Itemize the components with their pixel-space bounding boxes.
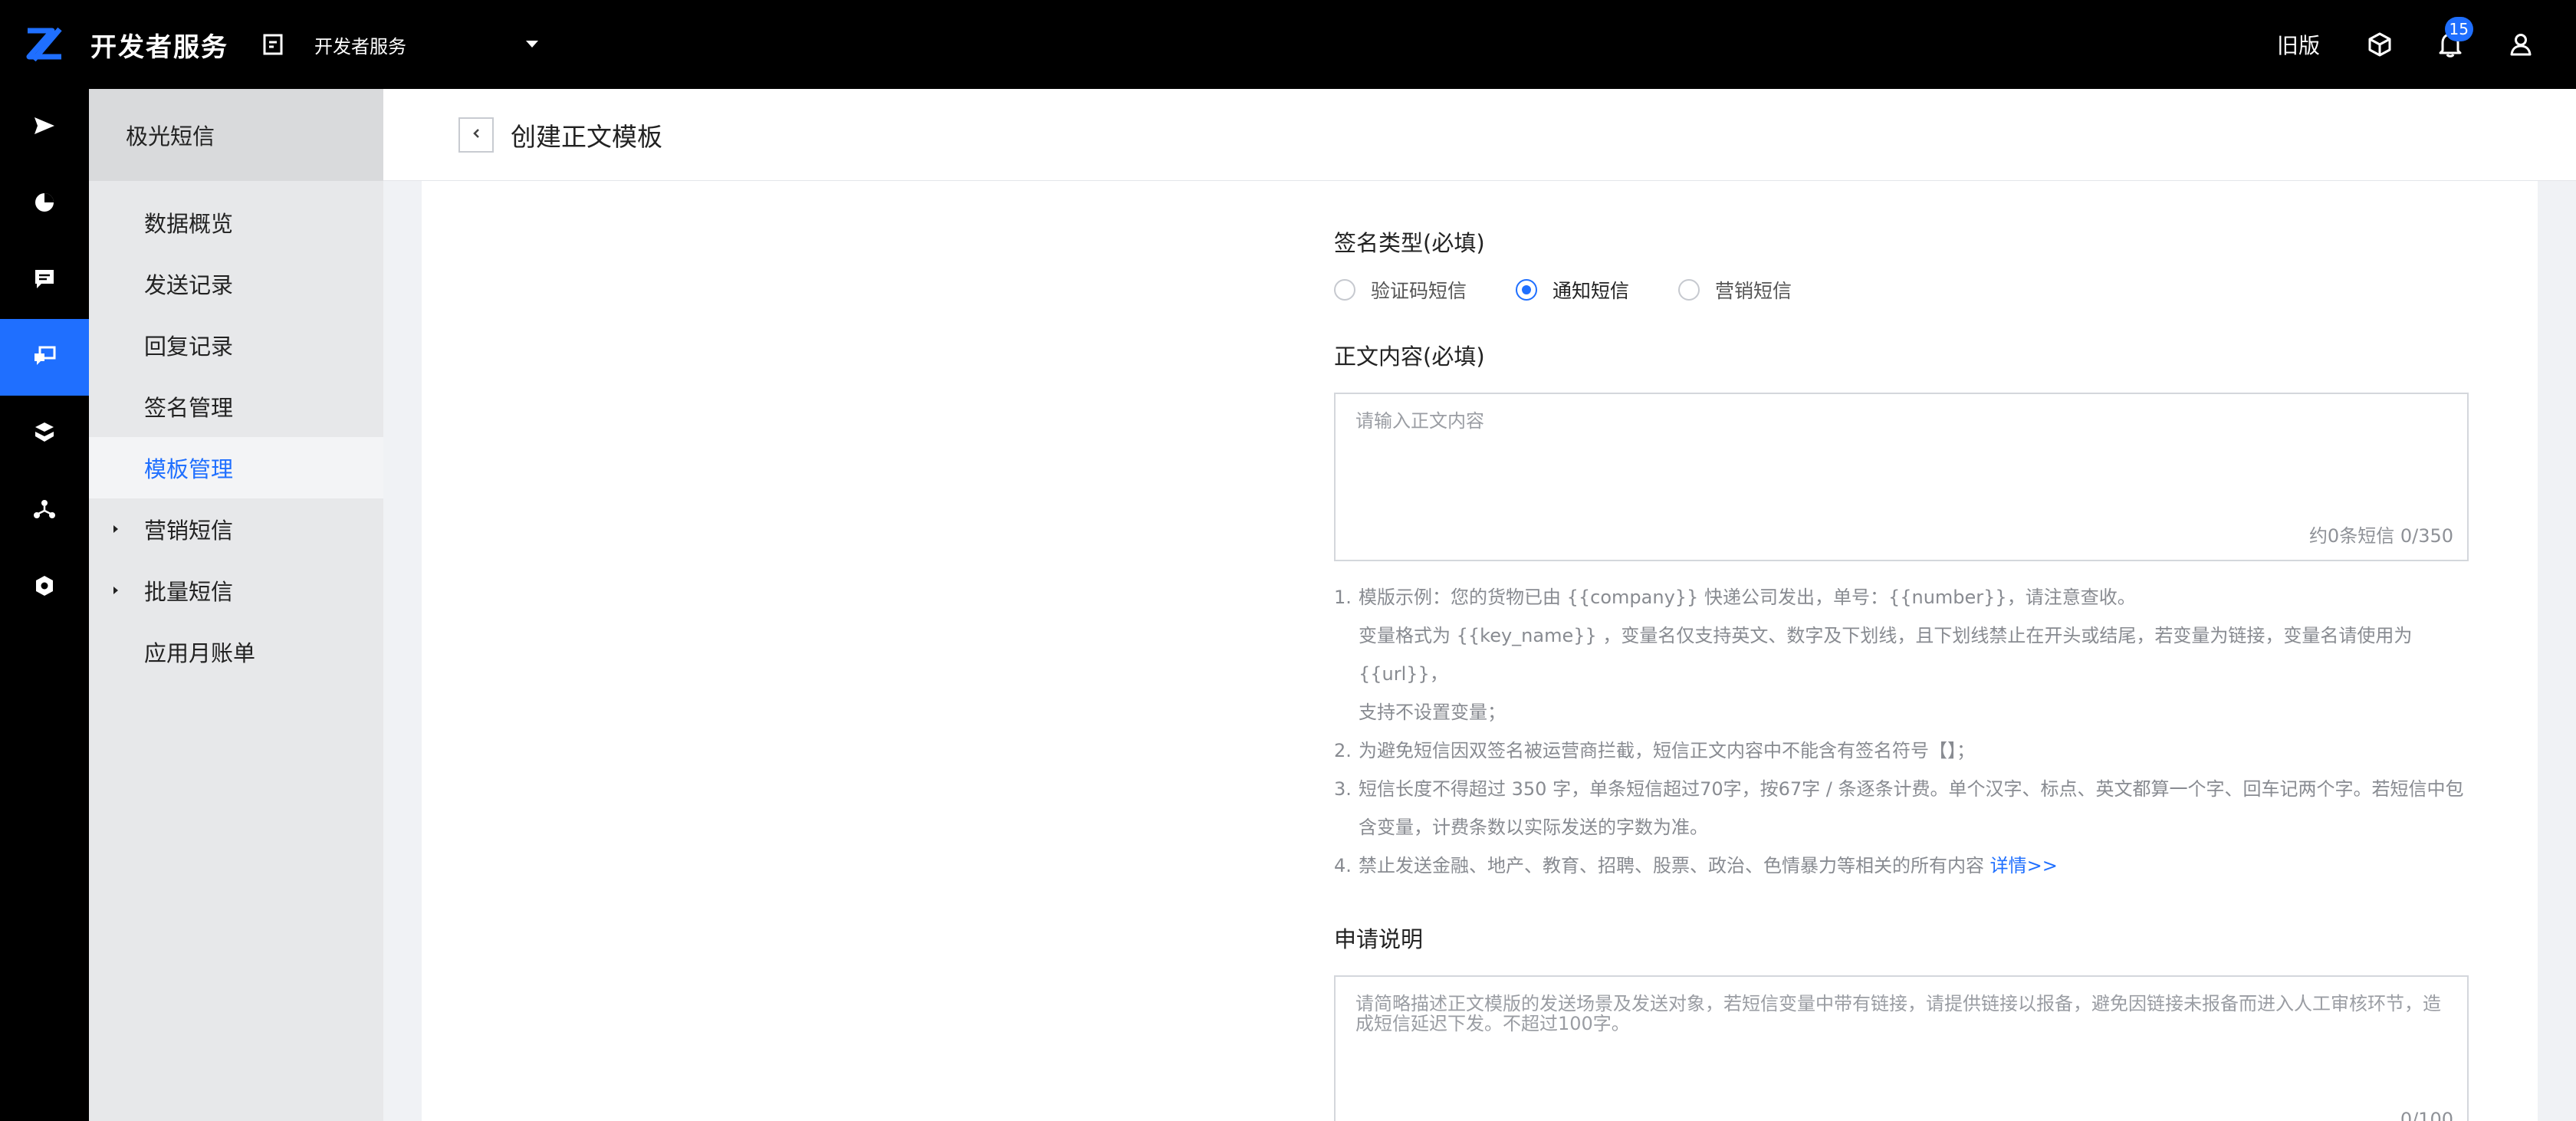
remark-counter: 0/100 (2400, 1109, 2453, 1121)
rail-item-settings[interactable] (0, 549, 89, 626)
content-placeholder: 请输入正文内容 (1355, 410, 1484, 432)
subnav-item-bulk-sms[interactable]: 批量短信 (89, 560, 383, 621)
tip-line: 含变量，计费条数以实际发送的字数为准。 (1359, 817, 1708, 838)
rail-item-analytics[interactable] (0, 166, 89, 242)
back-button[interactable] (458, 117, 494, 153)
content-counter: 约0条短信 0/350 (2308, 525, 2453, 547)
subnav-item-label: 回复记录 (144, 334, 234, 360)
document-icon[interactable] (261, 32, 285, 57)
rail-item-stack[interactable] (0, 396, 89, 472)
tip-number: 3. (1334, 778, 1352, 800)
tip-item: 4. 禁止发送金融、地产、教育、招聘、股票、政治、色情暴力等相关的所有内容 详情… (1334, 847, 2469, 885)
old-version-link[interactable]: 旧版 (2277, 29, 2320, 60)
subnav-item-data-overview[interactable]: 数据概览 (89, 192, 383, 253)
rail-item-network[interactable] (0, 472, 89, 549)
top-bar: 开发者服务 开发者服务 旧版 15 (0, 0, 2576, 89)
logo-icon[interactable] (0, 0, 89, 89)
chevron-left-icon (472, 127, 480, 142)
radio-circle[interactable] (1678, 279, 1700, 301)
radio-notification-sms[interactable]: 通知短信 (1516, 276, 1629, 304)
remark-placeholder: 请简略描述正文模版的发送场景及发送对象，若短信变量中带有链接，请提供链接以报备，… (1355, 993, 2441, 1034)
signature-type-radio-group: 验证码短信 通知短信 营销短信 (1334, 276, 2469, 304)
tip-number: 4. (1334, 855, 1352, 876)
content-textarea[interactable]: 请输入正文内容 约0条短信 0/350 (1334, 393, 2469, 561)
subnav-item-marketing-sms[interactable]: 营销短信 (89, 498, 383, 560)
send-icon (33, 116, 56, 139)
tip-line: 变量格式为 {{key_name}} ，变量名仅支持英文、数字及下划线，且下划线… (1359, 625, 2413, 685)
subnav-item-label: 数据概览 (144, 211, 234, 237)
chevron-right-icon (110, 585, 121, 596)
details-link[interactable]: 详情>> (1990, 855, 2058, 876)
user-icon[interactable] (2505, 29, 2536, 60)
template-form: 签名类型(必填) 验证码短信 通知短信 营销短信 正文内容(必填) 请输入正文内… (1334, 181, 2469, 1121)
content-header: 创建正文模板 (383, 89, 2576, 181)
icon-rail (0, 89, 89, 1121)
subnav-item-label: 签名管理 (144, 395, 234, 421)
subnav-item-label: 发送记录 (144, 272, 234, 298)
remark-label: 申请说明 (1334, 926, 1424, 952)
content-tips: 1. 模版示例：您的货物已由 {{company}} 快递公司发出，单号：{{n… (1334, 578, 2469, 885)
subnav-item-label: 模板管理 (144, 456, 234, 482)
bell-icon[interactable]: 15 (2435, 17, 2473, 60)
gear-icon (34, 574, 55, 600)
subnav-item-label: 批量短信 (144, 579, 234, 605)
brand-title: 开发者服务 (90, 31, 228, 63)
rail-item-im[interactable] (0, 242, 89, 319)
signature-type-label: 签名类型(必填) (1334, 230, 1485, 256)
tip-item: 2. 为避免短信因双签名被运营商拦截，短信正文内容中不能含有签名符号【】； (1334, 731, 2469, 770)
tip-line: 禁止发送金融、地产、教育、招聘、股票、政治、色情暴力等相关的所有内容 (1359, 855, 1984, 876)
radio-verification-sms[interactable]: 验证码短信 (1334, 276, 1467, 304)
subnav-item-label: 应用月账单 (144, 640, 256, 666)
page-title: 创建正文模板 (511, 121, 662, 152)
tip-line: 支持不设置变量； (1359, 702, 1506, 723)
tip-item: 1. 模版示例：您的货物已由 {{company}} 快递公司发出，单号：{{n… (1334, 578, 2469, 731)
sub-navigation: 极光短信 数据概览 发送记录 回复记录 签名管理 模板管理 营销短信 批量短信 … (89, 89, 383, 1121)
remark-textarea[interactable]: 请简略描述正文模版的发送场景及发送对象，若短信变量中带有链接，请提供链接以报备，… (1334, 975, 2469, 1121)
pie-chart-icon (33, 191, 56, 217)
tip-number: 1. (1334, 587, 1352, 608)
subnav-item-template-management[interactable]: 模板管理 (89, 437, 383, 498)
project-selector[interactable]: 开发者服务 (314, 31, 406, 58)
chevron-down-icon[interactable] (521, 34, 543, 55)
chevron-right-icon (110, 524, 121, 534)
radio-label: 通知短信 (1552, 280, 1630, 302)
rail-item-sms[interactable] (0, 319, 89, 396)
form-card: 签名类型(必填) 验证码短信 通知短信 营销短信 正文内容(必填) 请输入正文内… (422, 181, 2538, 1121)
tip-item: 3. 短信长度不得超过 350 字，单条短信超过70字，按67字 / 条逐条计费… (1334, 770, 2469, 847)
subnav-header: 极光短信 (89, 89, 383, 181)
subnav-item-monthly-bill[interactable]: 应用月账单 (89, 621, 383, 682)
radio-label: 验证码短信 (1371, 280, 1467, 302)
subnav-item-signature-management[interactable]: 签名管理 (89, 376, 383, 437)
subnav-item-send-records[interactable]: 发送记录 (89, 253, 383, 314)
rail-item-push[interactable] (0, 89, 89, 166)
subnav-item-reply-records[interactable]: 回复记录 (89, 314, 383, 376)
radio-marketing-sms[interactable]: 营销短信 (1678, 276, 1792, 304)
tip-number: 2. (1334, 740, 1352, 761)
subnav-item-label: 营销短信 (144, 518, 234, 544)
tip-line: 短信长度不得超过 350 字，单条短信超过70字，按67字 / 条逐条计费。单个… (1359, 778, 2464, 800)
nodes-icon (33, 498, 56, 523)
sms-icon (33, 345, 56, 370)
cube-icon[interactable] (2364, 29, 2395, 60)
radio-label: 营销短信 (1715, 280, 1792, 302)
message-icon (34, 268, 55, 293)
radio-circle-selected[interactable] (1516, 279, 1538, 301)
radio-circle[interactable] (1334, 279, 1355, 301)
notification-badge: 15 (2444, 17, 2473, 41)
stack-icon (34, 421, 55, 447)
tip-line: 模版示例：您的货物已由 {{company}} 快递公司发出，单号：{{numb… (1359, 587, 2136, 608)
content-label: 正文内容(必填) (1334, 344, 1485, 370)
tip-line: 为避免短信因双签名被运营商拦截，短信正文内容中不能含有签名符号【】； (1359, 740, 1975, 761)
